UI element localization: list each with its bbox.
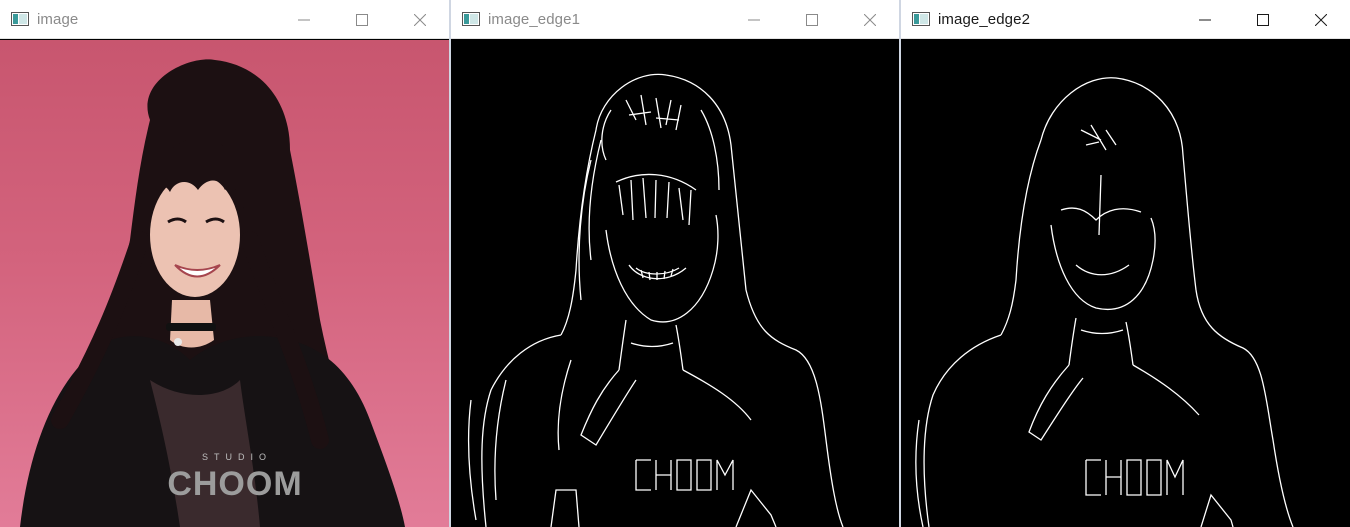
close-icon bbox=[414, 13, 426, 26]
edge-image bbox=[467, 73, 844, 527]
image-canvas: STUDIO CHOOM bbox=[0, 40, 449, 527]
close-icon bbox=[864, 13, 876, 26]
app-window-icon bbox=[11, 12, 29, 26]
window-title: image_edge1 bbox=[488, 10, 581, 28]
window-image-edge1: image_edge1 bbox=[451, 0, 899, 527]
app-window-icon bbox=[462, 12, 480, 26]
close-button[interactable] bbox=[841, 0, 899, 39]
minimize-icon bbox=[1199, 19, 1211, 20]
close-icon bbox=[1315, 13, 1327, 26]
titlebar[interactable]: image_edge2 bbox=[901, 0, 1350, 39]
window-image-edge2: image_edge2 bbox=[901, 0, 1350, 527]
minimize-button[interactable] bbox=[725, 0, 783, 39]
close-button[interactable] bbox=[1292, 0, 1350, 39]
minimize-icon bbox=[748, 19, 760, 20]
portrait-image: STUDIO CHOOM bbox=[20, 59, 405, 527]
maximize-button[interactable] bbox=[1234, 0, 1292, 39]
edge-canvas bbox=[451, 40, 899, 527]
edge-image bbox=[915, 77, 1294, 527]
maximize-icon bbox=[806, 13, 818, 26]
watermark-small: STUDIO bbox=[202, 452, 272, 462]
minimize-icon bbox=[298, 19, 310, 20]
titlebar[interactable]: image bbox=[0, 0, 449, 39]
maximize-button[interactable] bbox=[333, 0, 391, 39]
window-title: image bbox=[37, 10, 79, 28]
edge-canvas bbox=[901, 40, 1350, 527]
maximize-icon bbox=[1257, 13, 1269, 26]
maximize-button[interactable] bbox=[783, 0, 841, 39]
watermark-main: CHOOM bbox=[167, 465, 302, 503]
titlebar[interactable]: image_edge1 bbox=[451, 0, 899, 39]
window-title: image_edge2 bbox=[938, 10, 1031, 28]
window-image: image STUDIO CHOOM bbox=[0, 0, 449, 527]
minimize-button[interactable] bbox=[275, 0, 333, 39]
minimize-button[interactable] bbox=[1176, 0, 1234, 39]
close-button[interactable] bbox=[391, 0, 449, 39]
maximize-icon bbox=[356, 13, 368, 26]
app-window-icon bbox=[912, 12, 930, 26]
